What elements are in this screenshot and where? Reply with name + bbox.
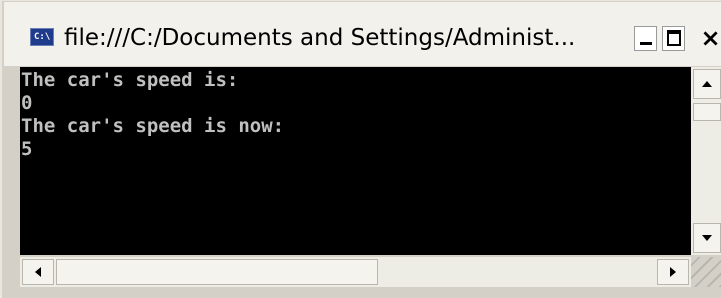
arrow-down-icon [702,235,712,241]
console-output[interactable]: The car's speed is: 0 The car's speed is… [20,67,691,255]
close-icon: × [700,24,721,52]
console-line: The car's speed is: [21,69,239,91]
console-lines: The car's speed is: 0 The car's speed is… [20,69,284,161]
maximize-icon [667,30,681,46]
window-title: file:///C:/Documents and Settings/Admini… [64,25,576,51]
maximize-button[interactable] [662,26,685,51]
console-line: 0 [21,92,33,114]
console-icon-label: C:\ [34,32,51,42]
console-icon[interactable]: C:\ [30,28,54,46]
horizontal-scroll-thumb[interactable] [56,259,378,285]
arrow-right-icon [670,267,676,277]
minimize-icon [640,42,652,45]
scroll-left-button[interactable] [22,259,54,285]
close-button[interactable]: × [696,26,721,51]
console-line: 5 [21,138,33,160]
scroll-right-button[interactable] [657,259,689,285]
console-window: C:\ file:///C:/Documents and Settings/Ad… [0,0,721,298]
arrow-up-icon [702,81,712,87]
vertical-scroll-thumb[interactable] [693,103,721,121]
console-line: The car's speed is now: [21,115,285,137]
title-bar[interactable]: C:\ file:///C:/Documents and Settings/Ad… [4,2,721,66]
resize-grip[interactable] [691,257,721,287]
minimize-button[interactable] [634,26,657,51]
horizontal-scrollbar[interactable] [20,257,691,287]
scroll-down-button[interactable] [693,223,721,253]
arrow-left-icon [35,267,41,277]
vertical-scrollbar[interactable] [691,67,721,255]
scroll-up-button[interactable] [693,69,721,99]
